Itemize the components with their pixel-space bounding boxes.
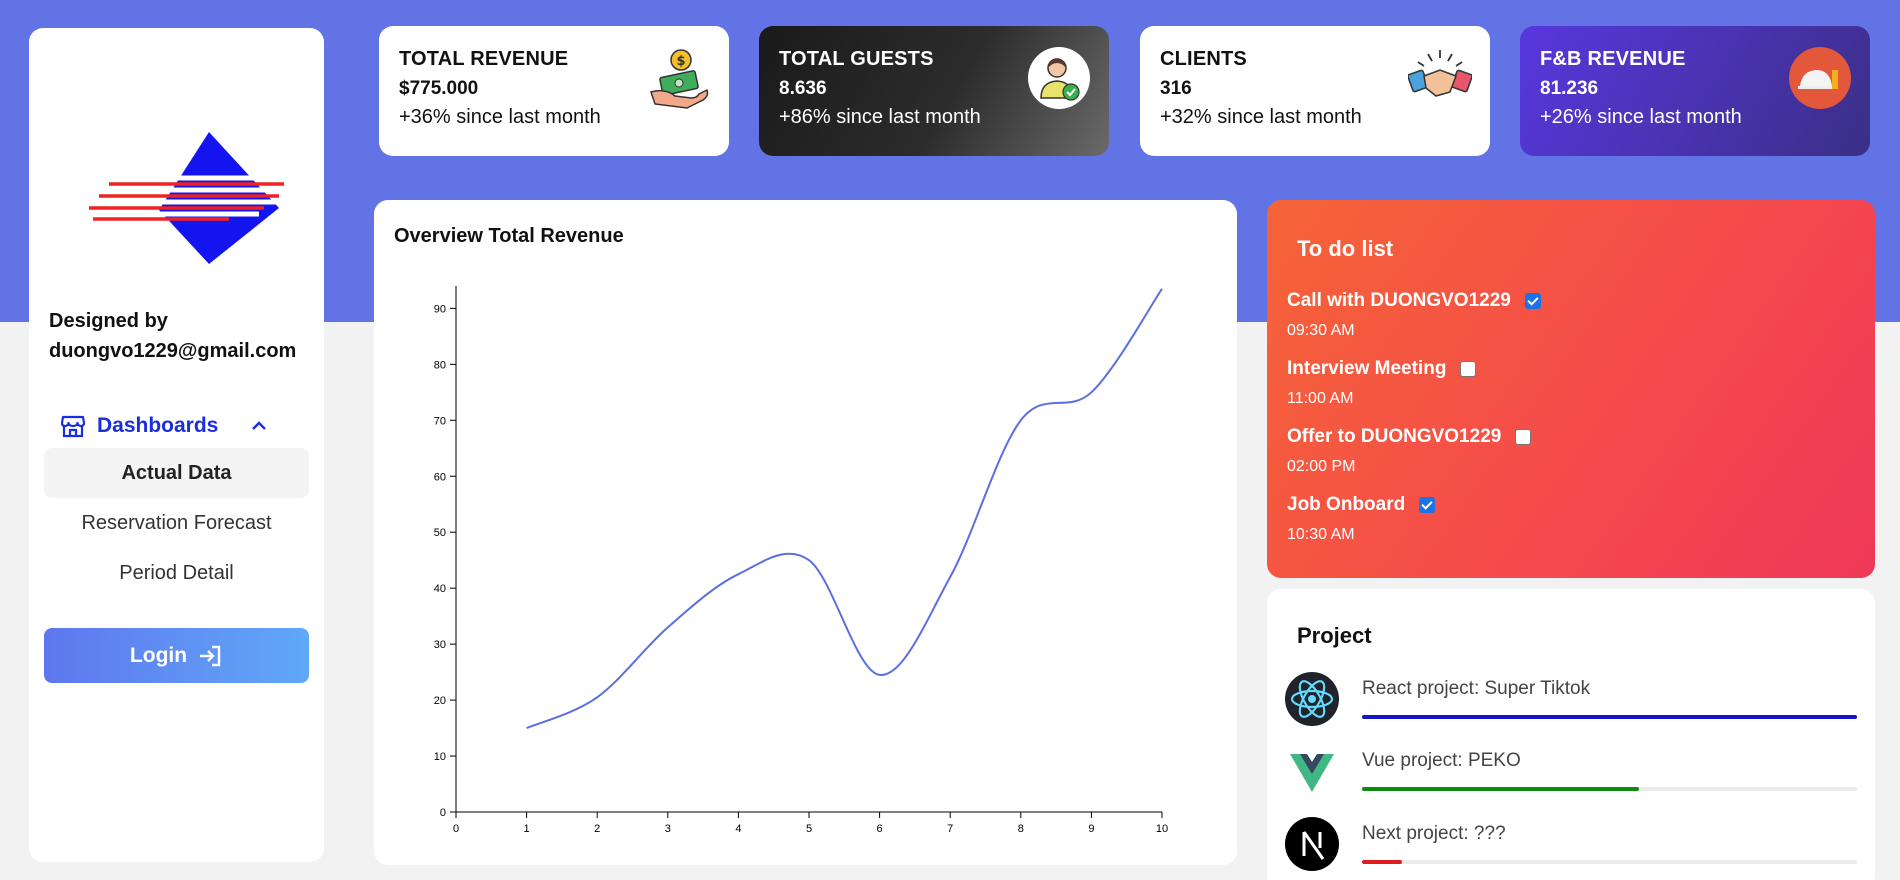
todo-item: Offer to DUONGVO1229 02:00 PM xyxy=(1287,426,1787,476)
nav-item-actual-data[interactable]: Actual Data xyxy=(44,448,309,498)
x-tick-label: 2 xyxy=(594,823,600,835)
money-hand-icon: $ xyxy=(650,49,709,109)
y-tick-label: 10 xyxy=(434,751,446,763)
todo-panel: To do list Call with DUONGVO1229 09:30 A… xyxy=(1267,200,1875,578)
todo-item-label: Call with DUONGVO1229 xyxy=(1287,290,1511,311)
y-tick-label: 20 xyxy=(434,695,446,707)
revenue-line-chart: 0 1 2 3 4 5 6 7 8 9 10 0 10 20 30 40 50 60 70 80 90 xyxy=(434,286,1168,835)
project-name: React project: Super Tiktok xyxy=(1362,678,1591,699)
project-name: Vue project: PEKO xyxy=(1362,750,1521,771)
svg-text:$: $ xyxy=(676,54,685,69)
project-item[interactable]: Vue project: PEKO xyxy=(1285,744,1860,800)
sidebar: Designed by duongvo1229@gmail.com Dashbo… xyxy=(29,28,324,862)
chevron-up-icon[interactable] xyxy=(250,417,268,435)
designer-credit-line1: Designed by xyxy=(49,310,168,332)
login-button-label: Login xyxy=(129,643,188,667)
todo-item-label: Job Onboard xyxy=(1287,494,1406,515)
y-tick-label: 90 xyxy=(434,303,446,315)
revenue-chart-panel: Overview Total Revenue 0 1 2 3 4 5 6 7 8 9 10 0 10 20… xyxy=(374,200,1237,865)
nav-item-reservation-forecast[interactable]: Reservation Forecast xyxy=(44,498,309,548)
todo-item-label: Offer to DUONGVO1229 xyxy=(1287,426,1502,447)
y-tick-label: 60 xyxy=(434,471,446,483)
y-tick-label: 0 xyxy=(440,807,446,819)
todo-item: Job Onboard 10:30 AM xyxy=(1287,494,1787,544)
todo-item-time: 09:30 AM xyxy=(1287,322,1355,339)
project-progress-track xyxy=(1362,860,1857,864)
todo-item-label: Interview Meeting xyxy=(1287,358,1447,379)
x-tick-label: 4 xyxy=(735,823,741,835)
todo-checkbox[interactable] xyxy=(1524,293,1541,309)
stat-card-fnb-revenue: F&B REVENUE 81.236 +26% since last month xyxy=(1520,26,1870,156)
revenue-series-line xyxy=(526,288,1163,729)
todo-checkbox[interactable] xyxy=(1460,361,1477,377)
project-progress-fill xyxy=(1362,860,1402,864)
y-tick-label: 80 xyxy=(434,359,446,371)
login-button[interactable]: Login xyxy=(44,628,309,683)
project-panel: Project React project: Super Tiktok Vue … xyxy=(1267,589,1875,880)
y-tick-label: 50 xyxy=(434,527,446,539)
x-tick-label: 9 xyxy=(1088,823,1094,835)
todo-item-time: 02:00 PM xyxy=(1287,458,1356,475)
x-tick-label: 5 xyxy=(806,823,812,835)
project-progress-fill xyxy=(1362,715,1857,719)
next-logo-icon xyxy=(1285,817,1339,871)
todo-title: To do list xyxy=(1297,236,1394,261)
x-tick-label: 6 xyxy=(877,823,883,835)
x-tick-label: 3 xyxy=(665,823,671,835)
x-tick-label: 10 xyxy=(1156,823,1168,835)
project-item[interactable]: React project: Super Tiktok xyxy=(1285,672,1860,728)
todo-checkbox[interactable] xyxy=(1515,429,1532,445)
project-title: Project xyxy=(1297,623,1372,648)
vue-logo-icon xyxy=(1290,754,1334,792)
food-dome-icon xyxy=(1789,47,1851,109)
designer-credit: Designed by duongvo1229@gmail.com xyxy=(49,306,309,366)
stat-card-total-revenue: TOTAL REVENUE $775.000 +36% since last m… xyxy=(379,26,729,156)
login-icon xyxy=(200,645,221,666)
handshake-icon xyxy=(1408,50,1472,97)
y-tick-label: 30 xyxy=(434,639,446,651)
guest-user-icon xyxy=(1028,47,1090,109)
todo-item: Call with DUONGVO1229 09:30 AM xyxy=(1287,290,1787,340)
x-tick-label: 7 xyxy=(947,823,953,835)
nav-item-period-detail[interactable]: Period Detail xyxy=(44,548,309,598)
todo-item-time: 10:30 AM xyxy=(1287,526,1355,543)
project-progress-fill xyxy=(1362,787,1640,791)
todo-item: Interview Meeting 11:00 AM xyxy=(1287,358,1787,408)
project-progress-track xyxy=(1362,787,1857,791)
x-tick-label: 0 xyxy=(453,823,459,835)
todo-checkbox[interactable] xyxy=(1419,497,1436,513)
nav-dashboards-toggle[interactable]: Dashboards xyxy=(59,408,289,444)
x-tick-label: 1 xyxy=(524,823,530,835)
nav-dashboards-label: Dashboards xyxy=(97,414,219,437)
y-tick-label: 70 xyxy=(434,415,446,427)
x-tick-label: 8 xyxy=(1018,823,1024,835)
react-logo-icon xyxy=(1285,672,1339,726)
company-logo xyxy=(89,132,289,264)
project-progress-track xyxy=(1362,715,1857,719)
designer-email: duongvo1229@gmail.com xyxy=(49,340,297,362)
stat-card-total-guests: TOTAL GUESTS 8.636 +86% since last month xyxy=(759,26,1109,156)
project-item[interactable]: Next project: ??? xyxy=(1285,817,1860,873)
store-icon xyxy=(60,415,86,438)
y-tick-label: 40 xyxy=(434,583,446,595)
todo-item-time: 11:00 AM xyxy=(1287,390,1354,407)
project-name: Next project: ??? xyxy=(1362,823,1506,844)
stat-card-clients: CLIENTS 316 +32% since last month xyxy=(1140,26,1490,156)
